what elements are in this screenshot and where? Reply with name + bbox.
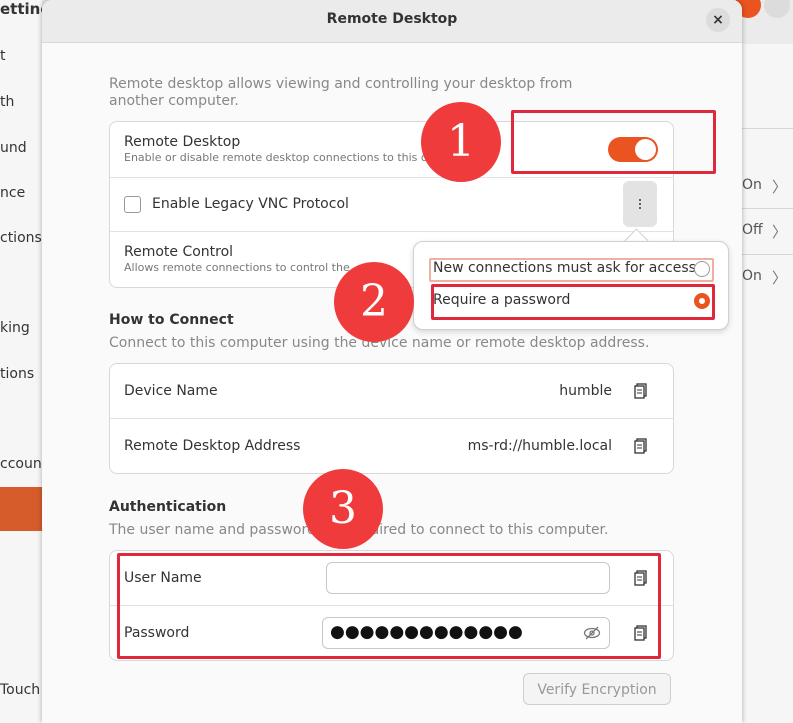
legacy-vnc-label: Enable Legacy VNC Protocol (152, 196, 349, 212)
bg-setting-value: On (742, 177, 762, 193)
annotation-badge-1: 1 (421, 102, 501, 182)
device-name-value: humble (559, 383, 612, 399)
dialog-titlebar: Remote Desktop × (42, 0, 742, 43)
authentication-heading: Authentication (109, 499, 227, 515)
row-divider (110, 418, 673, 419)
close-button[interactable]: × (706, 8, 730, 32)
remote-desktop-subtitle: Enable or disable remote desktop connect… (124, 151, 429, 164)
background-settings-header (735, 0, 793, 44)
verify-encryption-button[interactable]: Verify Encryption (523, 673, 671, 705)
bg-sidebar-item[interactable]: ctions (0, 230, 42, 246)
bg-divider (742, 254, 793, 255)
bg-sidebar-item[interactable]: ccount (0, 456, 42, 472)
bg-sidebar-item[interactable]: Touch (0, 682, 42, 698)
annotation-badge-3: 3 (303, 469, 383, 549)
bg-sidebar-item[interactable]: tions (0, 366, 42, 382)
chevron-right-icon[interactable]: 〉 (772, 267, 787, 288)
bg-setting-value: On (742, 268, 762, 284)
annotation-badge-2: 2 (334, 262, 414, 342)
annotation-highlight-credentials (117, 553, 661, 659)
background-window-title: etting (0, 0, 42, 18)
copy-icon[interactable] (634, 438, 648, 454)
bg-window-button-icon[interactable] (764, 0, 790, 18)
legacy-vnc-checkbox[interactable] (124, 196, 141, 213)
annotation-highlight-require-password (431, 284, 715, 320)
more-options-button[interactable] (623, 181, 657, 227)
background-settings-sidebar: etting t th und nce ctions king tions cc… (0, 0, 42, 723)
chevron-right-icon[interactable]: 〉 (772, 176, 787, 197)
background-settings-content (742, 0, 793, 723)
remote-desktop-address-value: ms-rd://humble.local (467, 438, 612, 454)
bg-divider (742, 208, 793, 209)
bg-sidebar-item[interactable]: nce (0, 185, 42, 201)
row-divider (110, 177, 673, 178)
remote-control-subtitle: Allows remote connections to control the… (124, 261, 352, 274)
bg-sidebar-item[interactable]: und (0, 140, 42, 156)
remote-control-title: Remote Control (124, 244, 234, 260)
bg-sidebar-item[interactable]: t (0, 48, 42, 64)
remote-desktop-title: Remote Desktop (124, 134, 241, 150)
bg-sidebar-selected-item[interactable] (0, 487, 42, 531)
connection-info-card (109, 363, 674, 474)
bg-setting-value: Off (742, 222, 763, 238)
copy-icon[interactable] (634, 383, 648, 399)
dialog-title: Remote Desktop (326, 11, 458, 27)
remote-desktop-address-label: Remote Desktop Address (124, 438, 301, 454)
row-divider (110, 231, 673, 232)
bg-sidebar-item[interactable]: th (0, 94, 42, 110)
annotation-highlight-option-focus (429, 258, 714, 282)
how-to-connect-heading: How to Connect (109, 312, 234, 328)
annotation-highlight-toggle (511, 110, 716, 174)
bg-divider (742, 128, 793, 129)
device-name-label: Device Name (124, 383, 218, 399)
chevron-right-icon[interactable]: 〉 (772, 221, 787, 242)
bg-sidebar-item[interactable]: king (0, 320, 42, 336)
intro-text: Remote desktop allows viewing and contro… (109, 76, 573, 109)
